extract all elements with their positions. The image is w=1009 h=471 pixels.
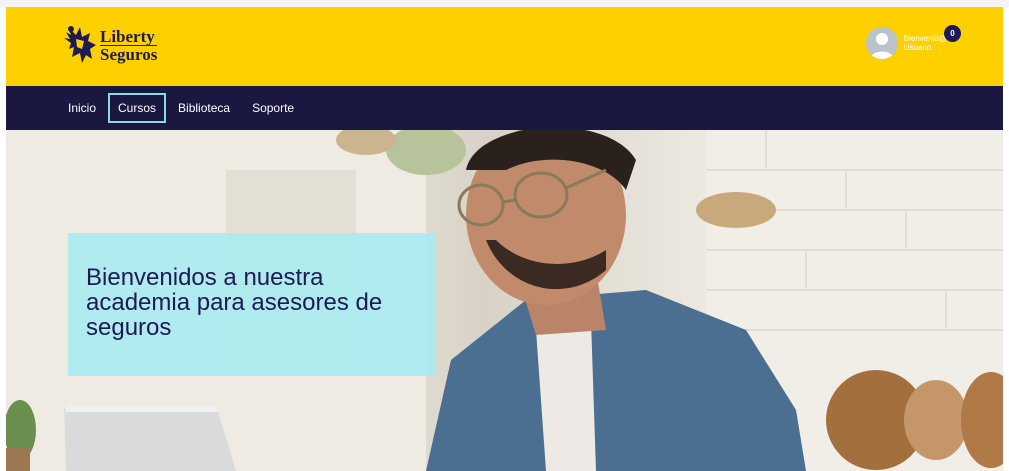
hero-headline: Bienvenidos a nuestra academia para ases… [86, 264, 383, 341]
user-name: Usuario [903, 43, 932, 52]
logo-line2: Seguros [100, 44, 158, 64]
statue-of-liberty-icon [64, 26, 96, 63]
liberty-seguros-logo[interactable]: Liberty Seguros [62, 23, 158, 67]
avatar-icon[interactable] [865, 27, 898, 59]
site-header: Liberty Seguros Bienvenid@ Usuario 0 [6, 7, 1003, 86]
hero-callout: Bienvenidos a nuestra academia para ases… [68, 233, 436, 376]
hero-banner: Bienvenidos a nuestra academia para ases… [6, 130, 1003, 471]
logo-line1: Liberty [100, 28, 158, 46]
browser-top-strip [0, 0, 1009, 7]
person-silhouette-icon [869, 33, 894, 59]
user-greeting: Bienvenid@ [903, 34, 947, 43]
nav-item-cursos[interactable]: Cursos [108, 93, 167, 123]
nav-item-inicio[interactable]: Inicio [58, 93, 106, 123]
notification-badge[interactable]: 0 [944, 25, 961, 42]
nav-item-soporte[interactable]: Soporte [242, 93, 304, 123]
user-menu[interactable]: Bienvenid@ Usuario 0 [865, 25, 961, 59]
main-nav: Inicio Cursos Biblioteca Soporte [6, 86, 1003, 130]
page: Liberty Seguros Bienvenid@ Usuario 0 Ini… [0, 0, 1009, 471]
nav-item-biblioteca[interactable]: Biblioteca [168, 93, 240, 123]
